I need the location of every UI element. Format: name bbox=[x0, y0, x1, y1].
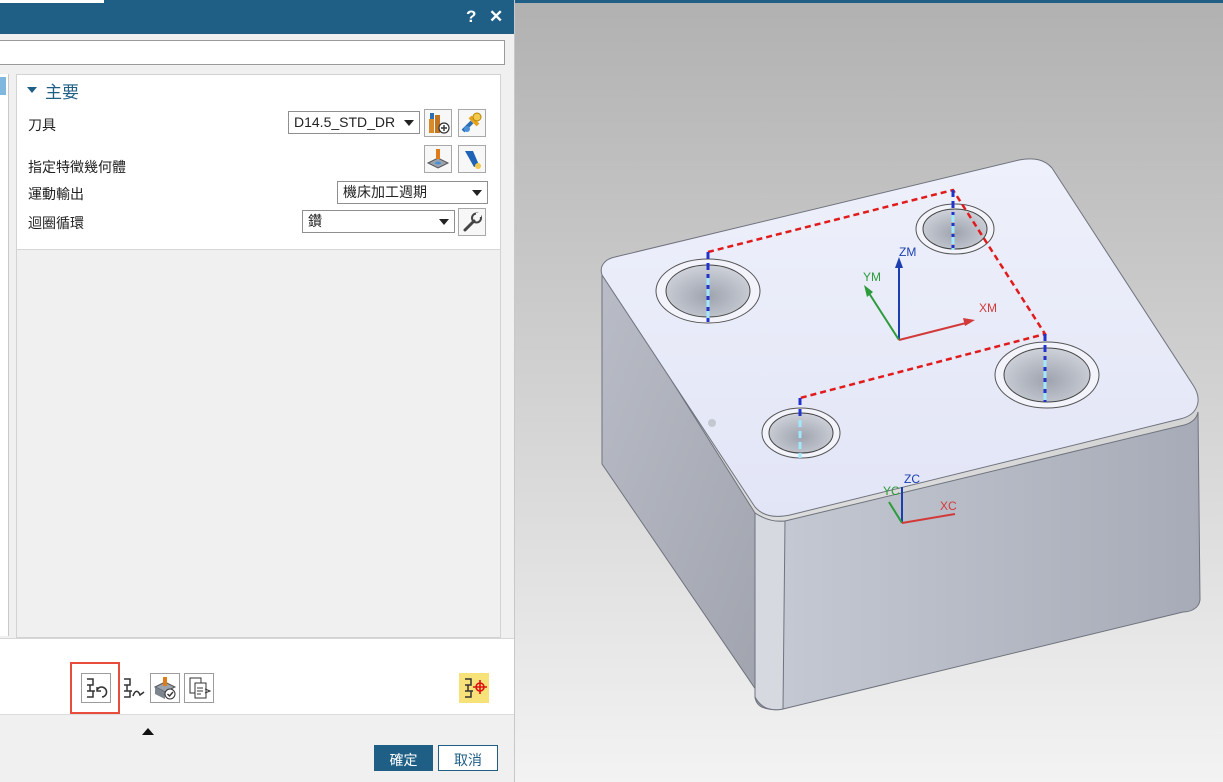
main-group: 主要 刀具 D14.5_STD_DR 指定特徵幾何體 運動輸出 機床加工週期 迴… bbox=[17, 75, 500, 250]
specify-feature-button[interactable] bbox=[424, 145, 452, 173]
main-group-header[interactable]: 主要 bbox=[27, 78, 79, 102]
main-group-title: 主要 bbox=[45, 82, 79, 102]
motion-output-value: 機床加工週期 bbox=[343, 184, 427, 200]
dropdown-arrow-icon bbox=[472, 190, 482, 196]
new-tool-button[interactable] bbox=[424, 109, 452, 137]
specify-feature-icon bbox=[426, 149, 450, 169]
actions-area bbox=[0, 638, 514, 715]
feature-geometry-label: 指定特徵幾何體 bbox=[28, 159, 126, 175]
postprocess-button[interactable] bbox=[459, 673, 489, 703]
motion-output-label: 運動輸出 bbox=[28, 186, 84, 202]
xm-axis-label: XM bbox=[979, 301, 997, 315]
tool-label: 刀具 bbox=[28, 117, 56, 133]
loop-cycle-value: 鑽 bbox=[308, 213, 322, 229]
help-icon[interactable]: ? bbox=[466, 6, 476, 28]
ok-button[interactable]: 確定 bbox=[374, 745, 433, 771]
tool-dropdown[interactable]: D14.5_STD_DR bbox=[288, 111, 420, 134]
zc-axis-label: ZC bbox=[904, 472, 920, 486]
datum-point bbox=[708, 419, 716, 427]
loop-cycle-dropdown[interactable]: 鑽 bbox=[302, 210, 455, 233]
edit-tool-icon bbox=[461, 112, 482, 133]
block-corner bbox=[754, 512, 786, 711]
dialog-search-input[interactable] bbox=[0, 40, 505, 65]
verify-button[interactable] bbox=[150, 673, 180, 703]
generate-icon bbox=[87, 678, 108, 698]
edit-cycle-button[interactable] bbox=[458, 208, 486, 236]
display-feature-button[interactable] bbox=[458, 145, 486, 173]
dropdown-arrow-icon bbox=[404, 120, 414, 126]
list-icon bbox=[189, 677, 212, 699]
main-panel: 主要 刀具 D14.5_STD_DR 指定特徵幾何體 運動輸出 機床加工週期 迴… bbox=[16, 74, 501, 638]
list-button[interactable] bbox=[184, 673, 214, 703]
display-feature-icon bbox=[465, 151, 481, 169]
hole-2 bbox=[915, 203, 995, 255]
edit-tool-button[interactable] bbox=[458, 109, 486, 137]
navigator-strip bbox=[0, 74, 9, 636]
dialog-title-bar: ? ✕ bbox=[0, 0, 514, 34]
motion-output-dropdown[interactable]: 機床加工週期 bbox=[337, 181, 488, 204]
replay-icon bbox=[124, 678, 145, 698]
navigator-selection[interactable] bbox=[0, 77, 6, 95]
dropdown-arrow-icon bbox=[439, 219, 449, 225]
collapse-caret-icon bbox=[27, 87, 37, 93]
part-model: ZM YM XM ZC YC XC bbox=[600, 158, 1201, 711]
hole-3 bbox=[994, 341, 1100, 409]
ym-axis-label: YM bbox=[863, 270, 881, 284]
expand-up-icon[interactable] bbox=[142, 728, 154, 735]
replay-button[interactable] bbox=[118, 673, 148, 703]
operation-dialog: ? ✕ 主要 刀具 D14.5_STD_DR 指定特徵幾何體 運動輸出 機床加工… bbox=[0, 0, 515, 782]
tool-dropdown-value: D14.5_STD_DR bbox=[294, 114, 396, 130]
new-tool-icon bbox=[429, 113, 450, 134]
graphics-viewport[interactable]: ZM YM XM ZC YC XC bbox=[515, 0, 1223, 782]
generate-button[interactable] bbox=[81, 673, 111, 703]
close-icon[interactable]: ✕ bbox=[489, 6, 503, 28]
cancel-button[interactable]: 取消 bbox=[438, 745, 498, 771]
wrench-icon bbox=[463, 212, 482, 232]
title-tab-indicator bbox=[0, 0, 104, 3]
yc-axis-label: YC bbox=[883, 484, 900, 498]
verify-icon bbox=[153, 677, 177, 700]
expand-bar bbox=[0, 714, 514, 737]
xc-axis-label: XC bbox=[940, 499, 957, 513]
loop-cycle-label: 迴圈循環 bbox=[28, 215, 84, 231]
zm-axis-label: ZM bbox=[899, 245, 916, 259]
postprocess-icon bbox=[465, 678, 487, 698]
